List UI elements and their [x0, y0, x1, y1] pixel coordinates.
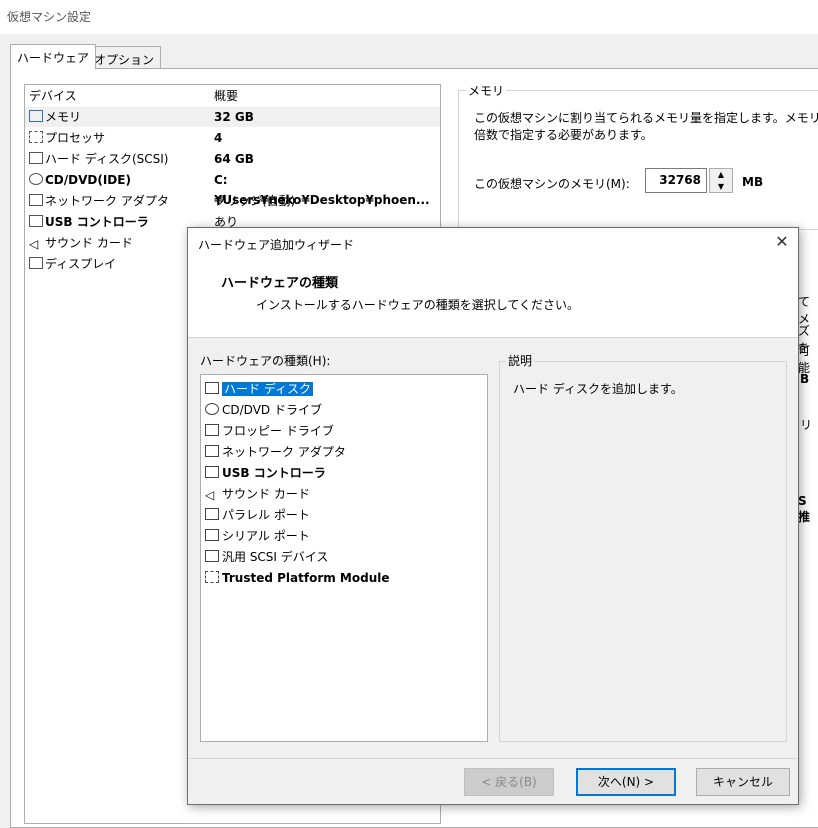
sound-card-icon: ◁: [205, 488, 215, 502]
device-row-memory[interactable]: メモリ 32 GB: [25, 107, 440, 127]
floppy-icon: [205, 424, 219, 436]
list-item-tpm[interactable]: Trusted Platform Module: [205, 568, 390, 588]
cd-dvd-icon: [205, 403, 219, 415]
column-header-summary: 概要: [214, 89, 239, 103]
dialog-heading: ハードウェアの種類: [221, 276, 339, 291]
parallel-port-icon: [205, 508, 219, 520]
dialog-subheading: インストールするハードウェアの種類を選択してください。: [256, 298, 580, 312]
list-item-generic-scsi[interactable]: 汎用 SCSI デバイス: [205, 547, 328, 567]
device-list-header: デバイス 概要: [25, 86, 440, 106]
dialog-separator: [188, 758, 798, 759]
device-name: サウンド カード: [45, 236, 133, 250]
device-name: ハード ディスク(SCSI): [45, 152, 169, 166]
cd-dvd-icon: [29, 173, 43, 185]
list-item-label: フロッピー ドライブ: [222, 424, 334, 438]
panel-edge-text: S 推: [798, 494, 811, 524]
description-group: [499, 361, 787, 742]
harddisk-icon: [29, 152, 43, 164]
spin-up-icon[interactable]: ▲: [710, 169, 732, 181]
list-item-sound-card[interactable]: ◁ サウンド カード: [205, 484, 310, 504]
tpm-icon: [205, 571, 219, 583]
column-header-device: デバイス: [29, 89, 77, 103]
usb-controller-icon: [29, 215, 43, 227]
sound-card-icon: ◁: [29, 237, 39, 251]
device-row-cd-dvd[interactable]: CD/DVD(IDE) C:¥Users¥neko¥Desktop¥phoen.…: [25, 170, 440, 207]
list-item-label: シリアル ポート: [222, 529, 310, 543]
list-item-serial-port[interactable]: シリアル ポート: [205, 526, 310, 546]
panel-edge-text: リ: [800, 418, 813, 432]
list-item-harddisk[interactable]: ハード ディスク: [205, 379, 313, 399]
hardware-type-list[interactable]: ハード ディスク CD/DVD ドライブ フロッピー ドライブ ネットワーク ア…: [200, 374, 488, 742]
device-row-processor[interactable]: プロセッサ 4: [25, 128, 440, 148]
device-name: ディスプレイ: [45, 257, 117, 271]
list-item-floppy[interactable]: フロッピー ドライブ: [205, 421, 334, 441]
list-item-network-adapter[interactable]: ネットワーク アダプタ: [205, 442, 346, 462]
tab-hardware[interactable]: ハードウェア: [10, 44, 97, 69]
hardware-type-label: ハードウェアの種類(H):: [200, 354, 331, 368]
list-item-label: ネットワーク アダプタ: [222, 445, 346, 459]
panel-edge-text: B: [800, 372, 810, 386]
device-name: メモリ: [45, 110, 82, 124]
network-adapter-icon: [205, 445, 219, 457]
memory-description: この仮想マシンに割り当てられるメモリ量を指定します。メモリ 倍数で指定する必要が…: [474, 111, 818, 142]
tab-options[interactable]: オプション: [87, 46, 162, 68]
usb-controller-icon: [205, 466, 219, 478]
list-item-parallel-port[interactable]: パラレル ポート: [205, 505, 310, 525]
device-summary: ブリッジ(自動): [214, 194, 296, 208]
device-row-network-adapter[interactable]: ネットワーク アダプタ ブリッジ(自動): [25, 191, 440, 211]
serial-port-icon: [205, 529, 219, 541]
device-row-harddisk[interactable]: ハード ディスク(SCSI) 64 GB: [25, 149, 440, 169]
list-item-label: Trusted Platform Module: [222, 571, 390, 585]
dialog-title: ハードウェア追加ウィザード: [198, 238, 355, 252]
memory-group-title: メモリ: [466, 82, 507, 99]
list-item-label: USB コントローラ: [222, 466, 326, 480]
cancel-button[interactable]: キャンセル: [696, 768, 790, 796]
panel-edge-text: 可能: [798, 344, 811, 375]
list-item-cd-dvd[interactable]: CD/DVD ドライブ: [205, 400, 322, 420]
close-icon[interactable]: ✕: [772, 232, 792, 252]
add-hardware-wizard-dialog: ハードウェア追加ウィザード ✕ ハードウェアの種類 インストールするハードウェア…: [187, 227, 799, 805]
display-icon: [29, 257, 43, 269]
list-item-usb-controller[interactable]: USB コントローラ: [205, 463, 326, 483]
list-item-label: 汎用 SCSI デバイス: [222, 550, 329, 564]
spin-down-icon[interactable]: ▼: [710, 181, 732, 193]
description-text: ハード ディスクを追加します。: [513, 382, 683, 396]
list-item-label: パラレル ポート: [222, 508, 310, 522]
window-title: 仮想マシン設定: [0, 0, 818, 34]
memory-icon: [29, 110, 43, 122]
memory-field-label: この仮想マシンのメモリ(M):: [474, 177, 630, 191]
memory-spinner[interactable]: ▲ ▼: [709, 168, 733, 193]
list-item-label: サウンド カード: [222, 487, 310, 501]
processor-icon: [29, 131, 43, 143]
device-name: プロセッサ: [45, 131, 106, 145]
list-item-label: CD/DVD ドライブ: [222, 403, 322, 417]
memory-unit: MB: [742, 175, 764, 189]
device-name: USB コントローラ: [45, 215, 149, 229]
device-name: ネットワーク アダプタ: [45, 194, 169, 208]
network-adapter-icon: [29, 194, 43, 206]
device-summary: 64 GB: [214, 152, 254, 166]
next-button[interactable]: 次へ(N) >: [576, 768, 676, 796]
device-summary: 4: [214, 131, 223, 145]
memory-input[interactable]: 32768: [645, 168, 707, 193]
generic-scsi-icon: [205, 550, 219, 562]
back-button[interactable]: < 戻る(B): [464, 768, 554, 796]
harddisk-icon: [205, 382, 219, 394]
device-name: CD/DVD(IDE): [45, 173, 131, 187]
list-item-label: ハード ディスク: [222, 382, 313, 396]
device-summary: 32 GB: [214, 110, 254, 124]
description-title: 説明: [506, 352, 535, 369]
